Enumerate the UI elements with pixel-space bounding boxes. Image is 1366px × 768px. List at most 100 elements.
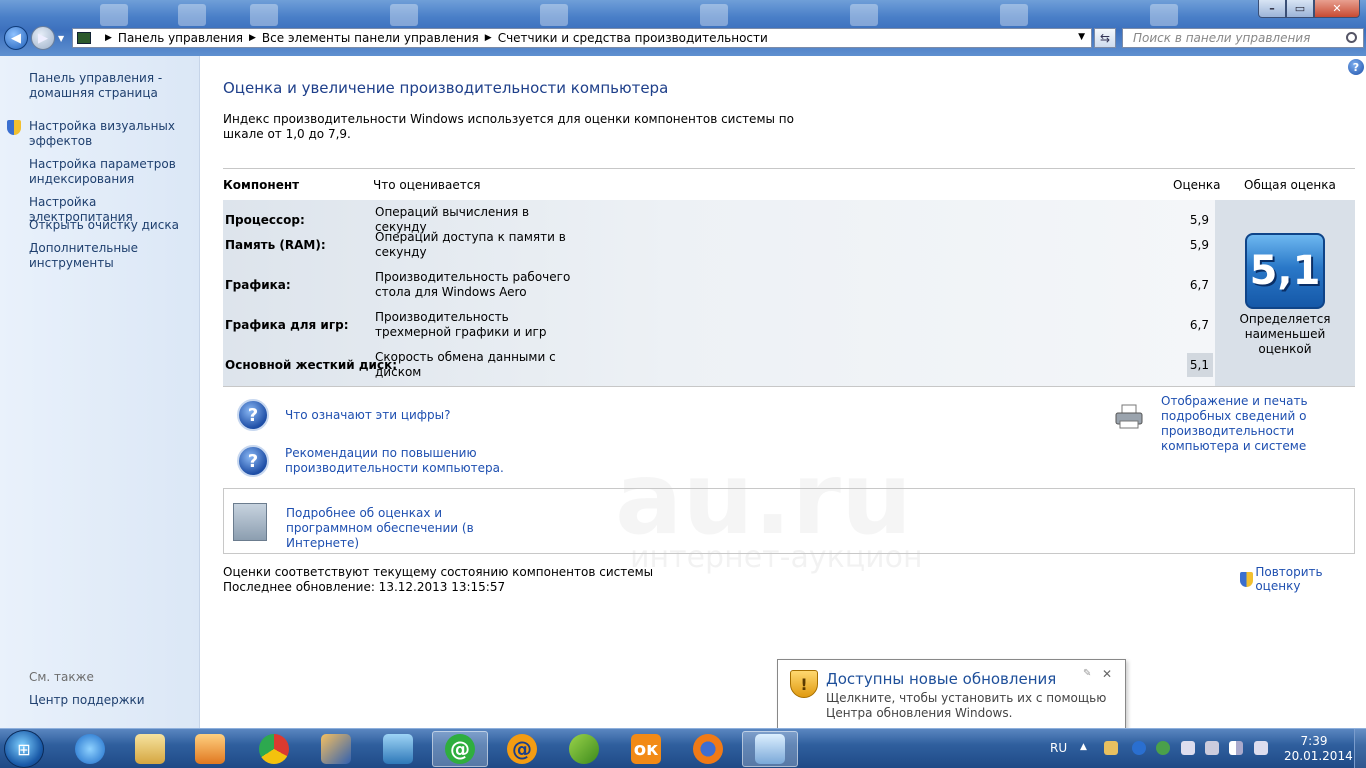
background-blur bbox=[850, 4, 878, 26]
taskbar-media-player[interactable] bbox=[182, 731, 238, 767]
breadcrumb-arrow-icon[interactable]: ▶ bbox=[485, 33, 492, 43]
taskbar-file-explorer[interactable] bbox=[122, 731, 178, 767]
uac-shield-icon bbox=[7, 120, 21, 135]
internet-explorer-icon bbox=[75, 734, 105, 764]
learn-more-online-link[interactable]: Подробнее об оценках и программном обесп… bbox=[286, 506, 516, 551]
tray-app-icon[interactable] bbox=[1156, 741, 1170, 755]
recent-pages-dropdown[interactable]: ▼ bbox=[58, 34, 64, 43]
back-button[interactable]: ◀ bbox=[4, 26, 28, 50]
what-numbers-mean-link[interactable]: Что означают эти цифры? bbox=[285, 408, 451, 423]
subscore-value: 6,7 bbox=[1189, 278, 1209, 292]
show-desktop-button[interactable] bbox=[1354, 729, 1366, 768]
clock[interactable]: 7:39 20.01.2014 bbox=[1284, 734, 1353, 764]
warning-shield-icon: ! bbox=[790, 670, 818, 698]
printer-icon bbox=[1115, 404, 1143, 429]
last-update-line: Последнее обновление: 13.12.2013 13:15:5… bbox=[223, 580, 506, 594]
base-score-badge: 5,1 bbox=[1245, 233, 1325, 309]
score-table-body: Процессор: Операций вычисления в секунду… bbox=[223, 200, 1215, 386]
tray-app-icon[interactable] bbox=[1132, 741, 1146, 755]
update-notification-balloon[interactable]: ! Доступны новые обновления Щелкните, чт… bbox=[777, 659, 1126, 729]
status-text: Оценки соответствуют текущему состоянию … bbox=[223, 565, 653, 595]
sidebar-link-visual-effects[interactable]: Настройка визуальных эффектов bbox=[29, 119, 194, 149]
window-controls: – ▭ ✕ bbox=[1258, 0, 1360, 18]
safely-remove-icon[interactable] bbox=[1205, 741, 1219, 755]
rated-description: Операций доступа к памяти в секунду bbox=[375, 230, 566, 259]
taskbar-odnoklassniki[interactable]: ок bbox=[618, 731, 674, 767]
clock-time: 7:39 bbox=[1300, 734, 1328, 748]
sidebar-link-action-center[interactable]: Центр поддержки bbox=[29, 693, 145, 707]
app-icon bbox=[569, 734, 599, 764]
breadcrumb-arrow-icon[interactable]: ▶ bbox=[249, 33, 256, 43]
component-label: Память (RAM): bbox=[225, 238, 326, 252]
performance-tips-link[interactable]: Рекомендации по повышению производительн… bbox=[285, 446, 505, 476]
help-icon[interactable]: ? bbox=[1348, 59, 1364, 75]
volume-icon[interactable] bbox=[1254, 741, 1268, 755]
show-hidden-icons-button[interactable]: ▲ bbox=[1080, 742, 1087, 752]
rated-description: Скорость обмена данными с диском bbox=[375, 350, 556, 379]
search-input[interactable]: Поиск в панели управления bbox=[1122, 28, 1364, 48]
taskbar-control-panel[interactable] bbox=[742, 731, 798, 767]
taskbar-app-green[interactable] bbox=[556, 731, 612, 767]
window-titlebar: – ▭ ✕ ◀ ▶ ▼ ▶ Панель управления ▶ Все эл… bbox=[0, 0, 1366, 56]
search-placeholder: Поиск в панели управления bbox=[1133, 31, 1311, 45]
breadcrumb-all-items[interactable]: Все элементы панели управления bbox=[262, 31, 479, 45]
taskbar: ⊞ @ @ ок RU ▲ 7:39 20.01.2014 bbox=[0, 728, 1366, 768]
sidebar-link-indexing[interactable]: Настройка параметров индексирования bbox=[29, 157, 194, 187]
control-panel-icon bbox=[77, 32, 91, 44]
taskbar-mail-agent[interactable]: @ bbox=[432, 731, 488, 767]
network-signal-icon[interactable] bbox=[1229, 741, 1243, 755]
chrome-icon bbox=[259, 734, 289, 764]
breadcrumb-control-panel[interactable]: Панель управления bbox=[118, 31, 243, 45]
balloon-close-button[interactable]: ✕ bbox=[1102, 667, 1112, 681]
sidebar-link-advanced-tools[interactable]: Дополнительные инструменты bbox=[29, 241, 194, 271]
folder-icon bbox=[135, 734, 165, 764]
forward-button[interactable]: ▶ bbox=[31, 26, 55, 50]
background-blur bbox=[390, 4, 418, 26]
taskbar-app-blue[interactable] bbox=[370, 731, 426, 767]
uac-shield-icon bbox=[1240, 571, 1254, 587]
score-table: Компонент Что оценивается Оценка Общая о… bbox=[223, 168, 1355, 387]
action-center-flag-icon[interactable] bbox=[1181, 741, 1195, 755]
minimize-button[interactable]: – bbox=[1258, 0, 1286, 18]
background-blur bbox=[1000, 4, 1028, 26]
software-box-icon bbox=[233, 503, 267, 541]
taskbar-app-orange[interactable] bbox=[308, 731, 364, 767]
taskbar-mail-agent-2[interactable]: @ bbox=[494, 731, 550, 767]
close-button[interactable]: ✕ bbox=[1314, 0, 1360, 18]
background-blur bbox=[100, 4, 128, 26]
control-panel-icon bbox=[755, 734, 785, 764]
language-indicator[interactable]: RU bbox=[1050, 741, 1067, 755]
app-icon bbox=[383, 734, 413, 764]
rerun-assessment-button[interactable]: Повторить оценку bbox=[1240, 565, 1366, 593]
breadcrumb-performance[interactable]: Счетчики и средства производительности bbox=[498, 31, 768, 45]
media-player-icon bbox=[195, 734, 225, 764]
balloon-title: Доступны новые обновления bbox=[826, 670, 1057, 688]
taskbar-firefox[interactable] bbox=[680, 731, 736, 767]
refresh-button[interactable]: ⇆ bbox=[1094, 28, 1116, 48]
print-details-link[interactable]: Отображение и печать подробных сведений … bbox=[1161, 394, 1356, 454]
rated-description: Производительность трехмерной графики и … bbox=[375, 310, 547, 339]
taskbar-chrome[interactable] bbox=[246, 731, 302, 767]
pin-icon[interactable]: ✎ bbox=[1083, 668, 1091, 679]
sidebar-link-disk-cleanup[interactable]: Открыть очистку диска bbox=[29, 218, 194, 233]
maximize-button[interactable]: ▭ bbox=[1286, 0, 1314, 18]
start-button[interactable]: ⊞ bbox=[4, 730, 44, 768]
breadcrumb-arrow-icon[interactable]: ▶ bbox=[105, 33, 112, 43]
base-score-label: Определяется наименьшей оценкой bbox=[1239, 312, 1331, 356]
sidebar-link-home[interactable]: Панель управления - домашняя страница bbox=[29, 71, 194, 101]
subscore-value: 5,1 bbox=[1189, 358, 1209, 372]
search-icon[interactable] bbox=[1346, 32, 1357, 43]
app-icon bbox=[321, 734, 351, 764]
header-base-score: Общая оценка bbox=[1244, 178, 1336, 192]
sidebar: Панель управления - домашняя страница На… bbox=[0, 56, 200, 728]
background-blur bbox=[1150, 4, 1178, 26]
address-dropdown-icon[interactable]: ▼ bbox=[1078, 32, 1085, 42]
taskbar-internet-explorer[interactable] bbox=[62, 731, 118, 767]
clock-date: 20.01.2014 bbox=[1284, 749, 1353, 763]
update-tray-icon[interactable] bbox=[1104, 741, 1118, 755]
header-rated: Что оценивается bbox=[373, 178, 481, 192]
background-blur bbox=[540, 4, 568, 26]
help-question-icon: ? bbox=[237, 399, 269, 431]
balloon-text: Щелкните, чтобы установить их с помощью … bbox=[826, 691, 1107, 720]
address-bar[interactable]: ▶ Панель управления ▶ Все элементы панел… bbox=[72, 28, 1092, 48]
